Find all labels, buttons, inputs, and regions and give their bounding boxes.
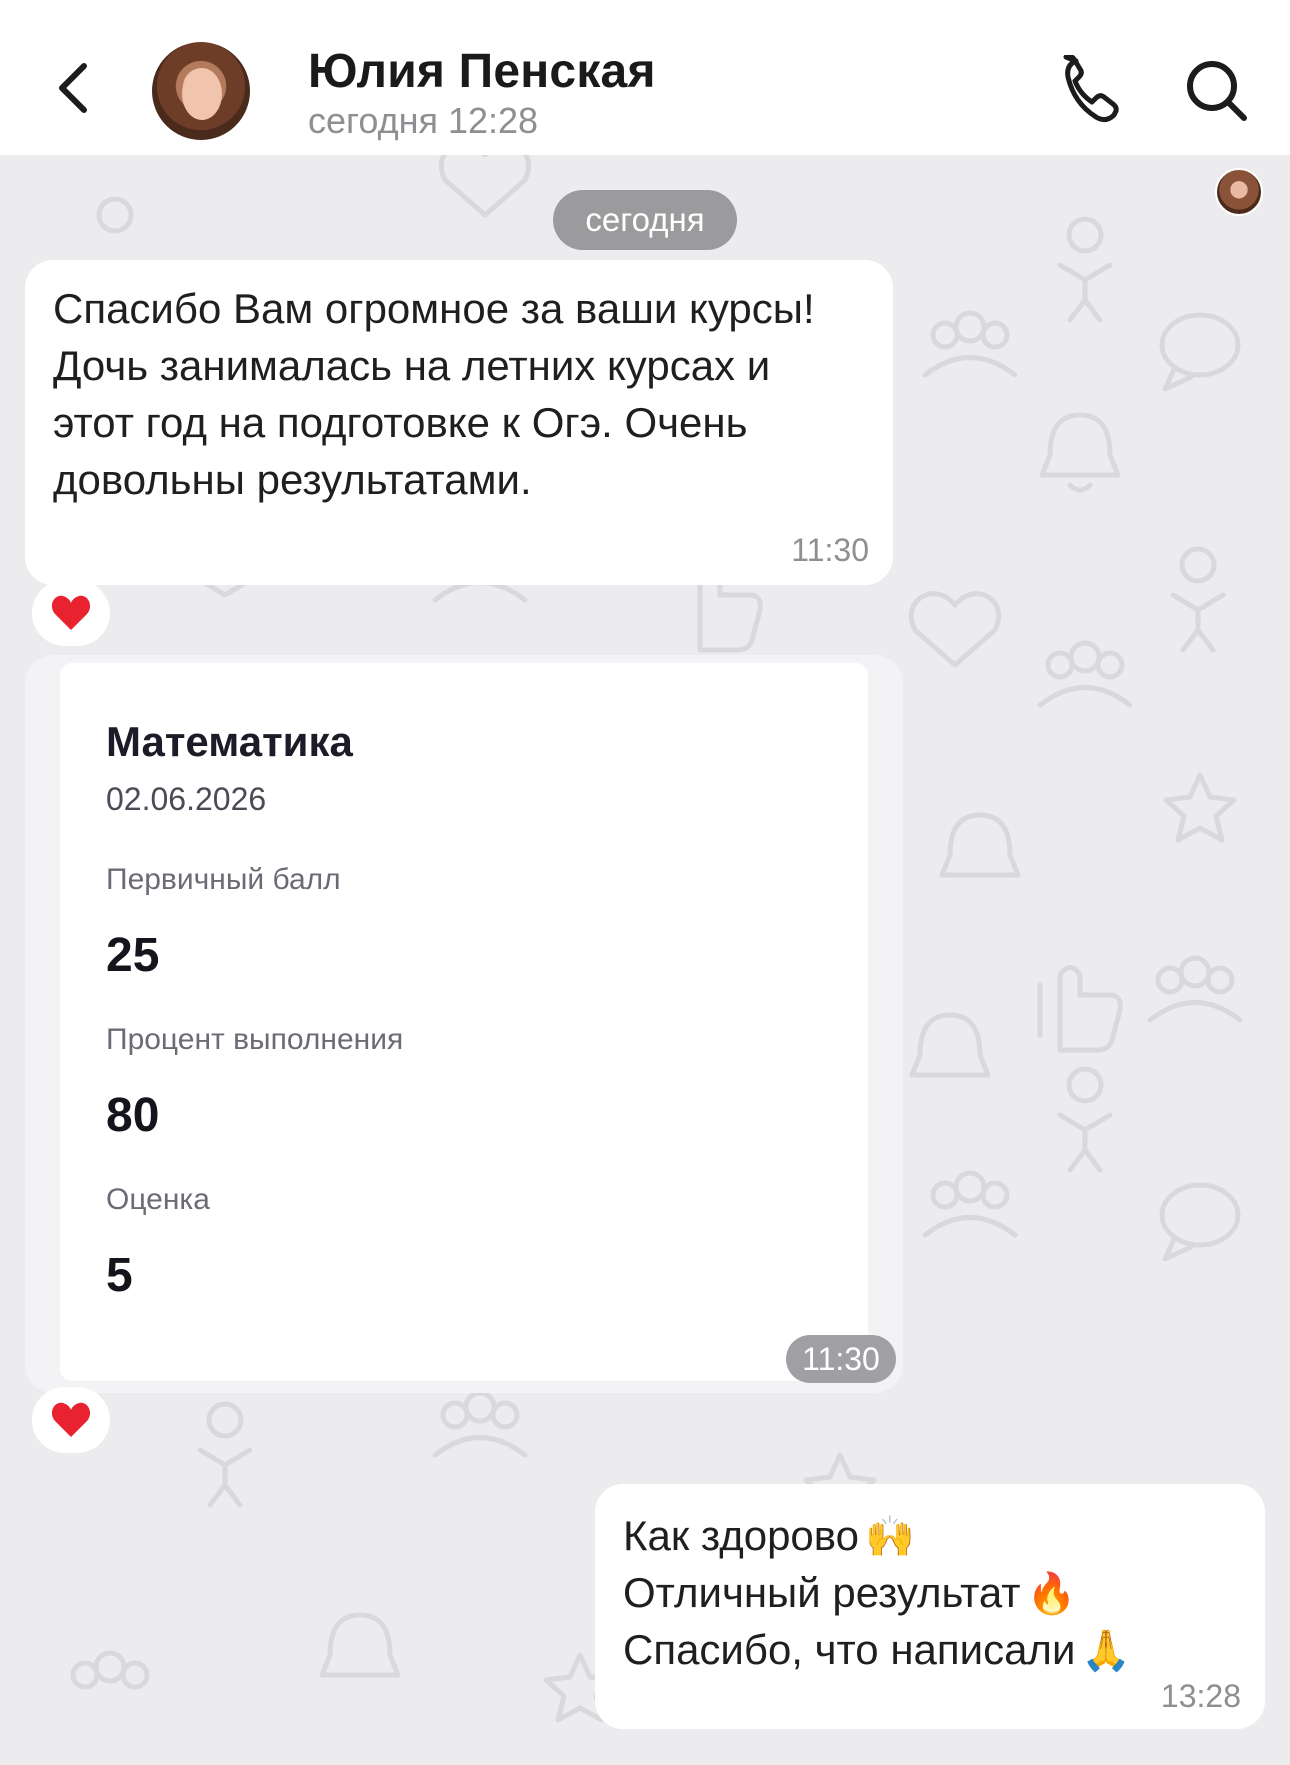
folded-hands-emoji: 🙏 <box>1081 1629 1132 1673</box>
heart-reaction[interactable] <box>32 1387 110 1453</box>
heart-icon <box>51 595 91 630</box>
message-time: 13:28 <box>1160 1678 1241 1714</box>
incoming-message[interactable]: Спасибо Вам огромное за ваши курсы! Дочь… <box>25 260 893 585</box>
heart-reaction[interactable] <box>32 580 110 646</box>
incoming-image-message[interactable]: Математика 02.06.2026 Первичный балл 25 … <box>25 655 903 1393</box>
percent-value: 80 <box>106 1089 160 1142</box>
heart-icon <box>51 1402 91 1437</box>
contact-name[interactable]: Юлия Пенская <box>308 44 656 99</box>
exam-subject: Математика <box>106 718 353 765</box>
message-time: 11:30 <box>786 1335 896 1383</box>
outgoing-message[interactable]: Как здорово 🙌 Отличный результат 🔥 Спасибо… <box>595 1484 1265 1729</box>
contact-last-seen: сегодня 12:28 <box>308 100 539 141</box>
message-line: Как здорово 🙌 <box>623 1512 915 1560</box>
raising-hands-emoji: 🙌 <box>864 1515 915 1559</box>
call-button[interactable] <box>1062 53 1122 125</box>
message-line: Спасибо, что написали 🙏 <box>623 1626 1131 1674</box>
grade-value: 5 <box>106 1249 133 1302</box>
contact-avatar[interactable] <box>152 42 250 140</box>
date-separator: сегодня <box>553 190 737 250</box>
read-receipt-avatar <box>1215 168 1263 216</box>
exam-date: 02.06.2026 <box>106 781 267 817</box>
line-text: Отличный результат <box>623 1569 1021 1616</box>
line-text: Спасибо, что написали <box>623 1626 1076 1673</box>
percent-label: Процент выполнения <box>106 1023 404 1056</box>
grade-label: Оценка <box>106 1183 210 1216</box>
fire-emoji: 🔥 <box>1026 1572 1077 1616</box>
chat-header: Юлия Пенская сегодня 12:28 <box>0 0 1290 155</box>
phone-icon <box>1063 53 1119 123</box>
message-line: Отличный результат 🔥 <box>623 1569 1076 1617</box>
primary-score-label: Первичный балл <box>106 863 341 896</box>
back-button[interactable] <box>50 58 100 118</box>
message-time: 11:30 <box>791 532 869 568</box>
exam-result-image: Математика 02.06.2026 Первичный балл 25 … <box>60 663 868 1381</box>
message-text: Спасибо Вам огромное за ваши курсы! Дочь… <box>53 285 815 503</box>
search-button[interactable] <box>1182 56 1252 126</box>
line-text: Как здорово <box>623 1512 859 1559</box>
search-icon <box>1187 61 1247 121</box>
primary-score-value: 25 <box>106 929 160 982</box>
chevron-left-icon <box>59 63 87 113</box>
